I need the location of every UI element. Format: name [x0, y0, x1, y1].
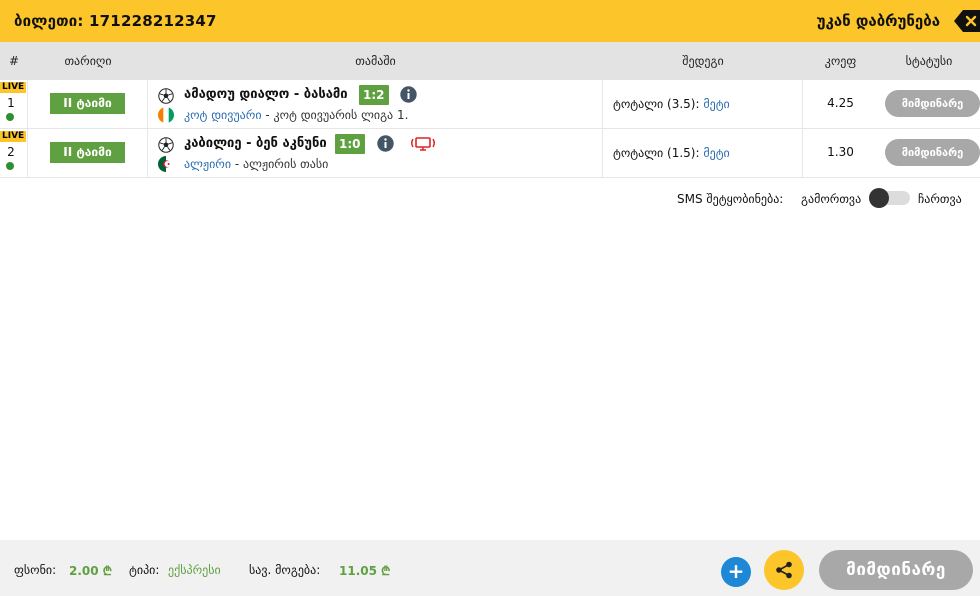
row-result-cell: ტოტალი (3.5): მეტი	[603, 80, 803, 128]
odd-value: 1.30	[827, 145, 854, 159]
stake-value: 2.00 ₾	[69, 564, 113, 578]
column-status: სტატუსი	[905, 54, 953, 68]
column-match: თამაში	[355, 54, 396, 68]
back-label: უკან დაბრუნება	[816, 12, 940, 30]
soccer-ball-icon	[158, 88, 174, 104]
row-odd-cell: 4.25	[803, 80, 878, 128]
type-value: ექსპრესი	[168, 563, 221, 577]
info-icon[interactable]	[400, 86, 417, 103]
result-text: ტოტალი (1.5): მეტი	[613, 146, 730, 160]
status-button[interactable]: მიმდინარე	[819, 550, 973, 590]
result-text: ტოტალი (3.5): მეტი	[613, 97, 730, 111]
info-icon[interactable]	[377, 135, 394, 152]
win-value: 11.05 ₾	[339, 564, 391, 578]
result-label: ტოტალი (1.5):	[613, 146, 704, 160]
sms-notification-bar: SMS შეტყობინება: გამორთვა ჩართვა	[0, 184, 980, 214]
row-odd-cell: 1.30	[803, 129, 878, 177]
row-num-cell: LIVE 2	[0, 129, 28, 177]
column-num: #	[8, 54, 20, 68]
share-icon	[776, 561, 792, 579]
table-row: LIVE 2 II ტაიმი 61` კაბილიე - ბენ აკნუნი…	[0, 129, 980, 180]
win-label: სავ. მოგება:	[249, 563, 321, 577]
column-result: შედეგი	[682, 54, 724, 68]
row-match-cell: კაბილიე - ბენ აკნუნი 1:0 ალჟირი - ალჟირი…	[148, 129, 603, 177]
table-row: LIVE 1 II ტაიმი 89` ამადოუ დიალო - ბასამ…	[0, 80, 980, 131]
live-badge: LIVE	[0, 131, 27, 142]
match-time-badge: II ტაიმი 89`	[50, 93, 125, 131]
league-name: - კოტ დივუარის ლიგა 1.	[261, 108, 409, 122]
tv-icon[interactable]	[410, 136, 436, 152]
back-arrow-icon	[954, 10, 980, 32]
row-date-cell: II ტაიმი 61`	[28, 129, 148, 180]
sms-on-label[interactable]: ჩართვა	[918, 192, 962, 206]
sms-toggle-knob[interactable]	[869, 188, 889, 208]
row-num-cell: LIVE 1	[0, 80, 28, 128]
cote-divoire-flag-icon	[158, 107, 174, 123]
ticket-footer: ფსონი: 2.00 ₾ ტიპი: ექსპრესი სავ. მოგება…	[0, 540, 980, 596]
live-dot	[6, 113, 14, 121]
row-date-cell: II ტაიმი 89`	[28, 80, 148, 131]
sms-toggle[interactable]	[869, 188, 910, 208]
table-header: # თარიღი თამაში შედეგი კოეფ სტატუსი	[0, 42, 980, 80]
league-name: - ალჟირის თასი	[231, 157, 329, 171]
stake-label: ფსონი:	[14, 563, 57, 577]
column-date: თარიღი	[64, 54, 112, 68]
row-status-cell: მიმდინარე	[878, 129, 980, 177]
share-button[interactable]	[764, 550, 804, 590]
back-button[interactable]: უკან დაბრუნება	[817, 0, 980, 42]
live-dot	[6, 162, 14, 170]
league-line: ალჟირი - ალჟირის თასი	[184, 157, 328, 171]
ticket-header: ბილეთი: 171228212347 უკან დაბრუნება	[0, 0, 980, 42]
score-badge: 1:0	[335, 134, 365, 154]
algeria-flag-icon	[158, 156, 174, 172]
plus-icon[interactable]: +	[721, 557, 751, 587]
sms-off-label[interactable]: გამორთვა	[801, 192, 861, 206]
row-result-cell: ტოტალი (1.5): მეტი	[603, 129, 803, 177]
column-odd: კოეფ	[824, 54, 857, 68]
sms-label: SMS შეტყობინება:	[677, 192, 784, 206]
result-choice: მეტი	[703, 146, 730, 160]
match-time-badge: II ტაიმი 61`	[50, 142, 125, 180]
ticket-title: ბილეთი: 171228212347	[14, 12, 217, 30]
score-badge: 1:2	[359, 85, 389, 105]
country-link[interactable]: კოტ დივუარი	[184, 108, 262, 122]
row-match-cell: ამადოუ დიალო - ბასამი 1:2 კოტ დივუარი - …	[148, 80, 603, 128]
match-name: ამადოუ დიალო - ბასამი	[184, 87, 348, 102]
odd-value: 4.25	[827, 96, 854, 110]
soccer-ball-icon	[158, 137, 174, 153]
result-label: ტოტალი (3.5):	[613, 97, 704, 111]
league-line: კოტ დივუარი - კოტ დივუარის ლიგა 1.	[184, 108, 408, 122]
row-status-cell: მიმდინარე	[878, 80, 980, 128]
status-pill: მიმდინარე	[885, 90, 980, 117]
result-choice: მეტი	[703, 97, 730, 111]
match-name: კაბილიე - ბენ აკნუნი	[184, 136, 327, 151]
row-number: 2	[7, 145, 15, 159]
live-badge: LIVE	[0, 82, 27, 93]
country-link[interactable]: ალჟირი	[184, 157, 231, 171]
type-label: ტიპი:	[129, 563, 160, 577]
row-number: 1	[7, 96, 15, 110]
status-pill: მიმდინარე	[885, 139, 980, 166]
